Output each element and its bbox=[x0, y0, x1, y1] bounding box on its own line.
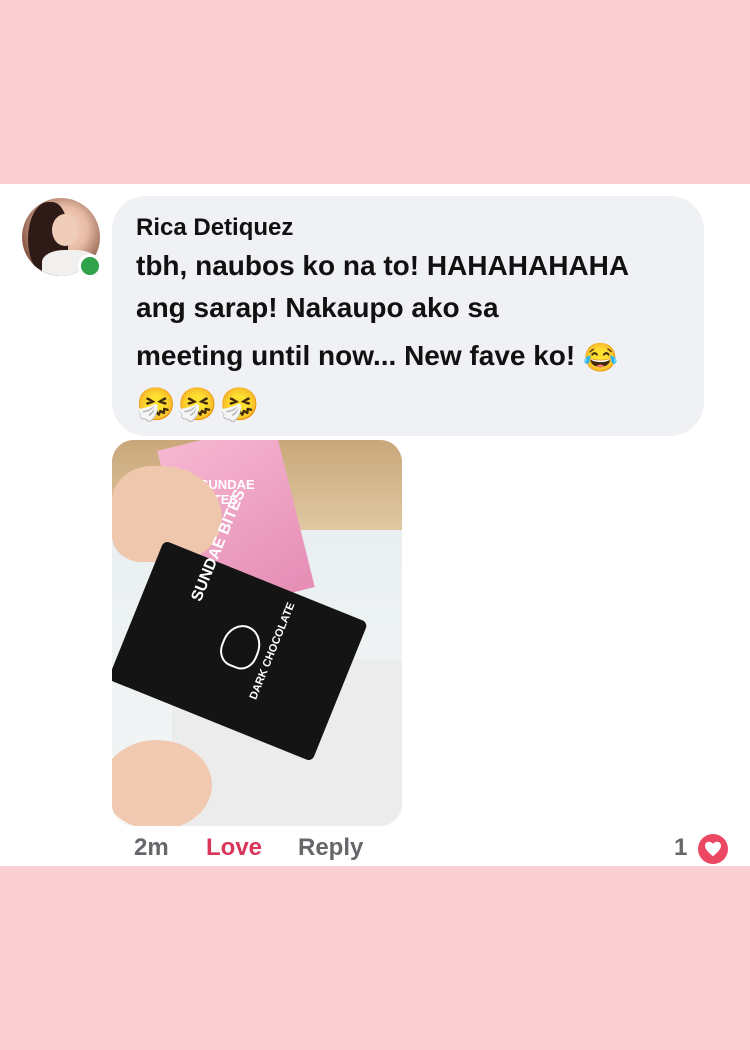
love-button[interactable]: Love bbox=[206, 834, 262, 862]
comment-author[interactable]: Rica Detiquez bbox=[136, 214, 293, 242]
sneezing-face-emoji-icon: 🤧 bbox=[219, 386, 260, 422]
comment-text-line-2: ang sarap! Nakaupo ako sa bbox=[136, 292, 499, 323]
comment-photo-attachment[interactable]: SUNDAE BITES SUNDAE BITES DARK CHOCOLATE bbox=[112, 440, 402, 826]
sneezing-face-emoji-icon: 🤧 bbox=[136, 386, 176, 422]
top-pink-band bbox=[0, 0, 750, 184]
comment-bubble: Rica Detiquez tbh, naubos ko na to! HAHA… bbox=[112, 196, 704, 436]
commenter-avatar[interactable] bbox=[22, 198, 102, 278]
comment-text-line-1: tbh, naubos ko na to! HAHAHAHAHA bbox=[136, 250, 630, 281]
heart-icon[interactable] bbox=[698, 834, 728, 864]
laughing-tears-emoji-icon: 😂 bbox=[583, 342, 618, 373]
bottom-pink-band bbox=[0, 866, 750, 1050]
comment-text-line-3-text: meeting until now... New fave ko! bbox=[136, 340, 576, 371]
comment-timestamp[interactable]: 2m bbox=[134, 834, 169, 862]
comment-card: Rica Detiquez tbh, naubos ko na to! HAHA… bbox=[0, 184, 750, 866]
reaction-count[interactable]: 1 bbox=[674, 834, 687, 862]
online-status-dot bbox=[78, 254, 102, 278]
reply-button[interactable]: Reply bbox=[298, 834, 363, 862]
emoji-row: 🤧 🤧 🤧 bbox=[136, 386, 260, 422]
comment-text-line-3: meeting until now... New fave ko! 😂 bbox=[136, 340, 618, 374]
sneezing-face-emoji-icon: 🤧 bbox=[177, 386, 218, 422]
